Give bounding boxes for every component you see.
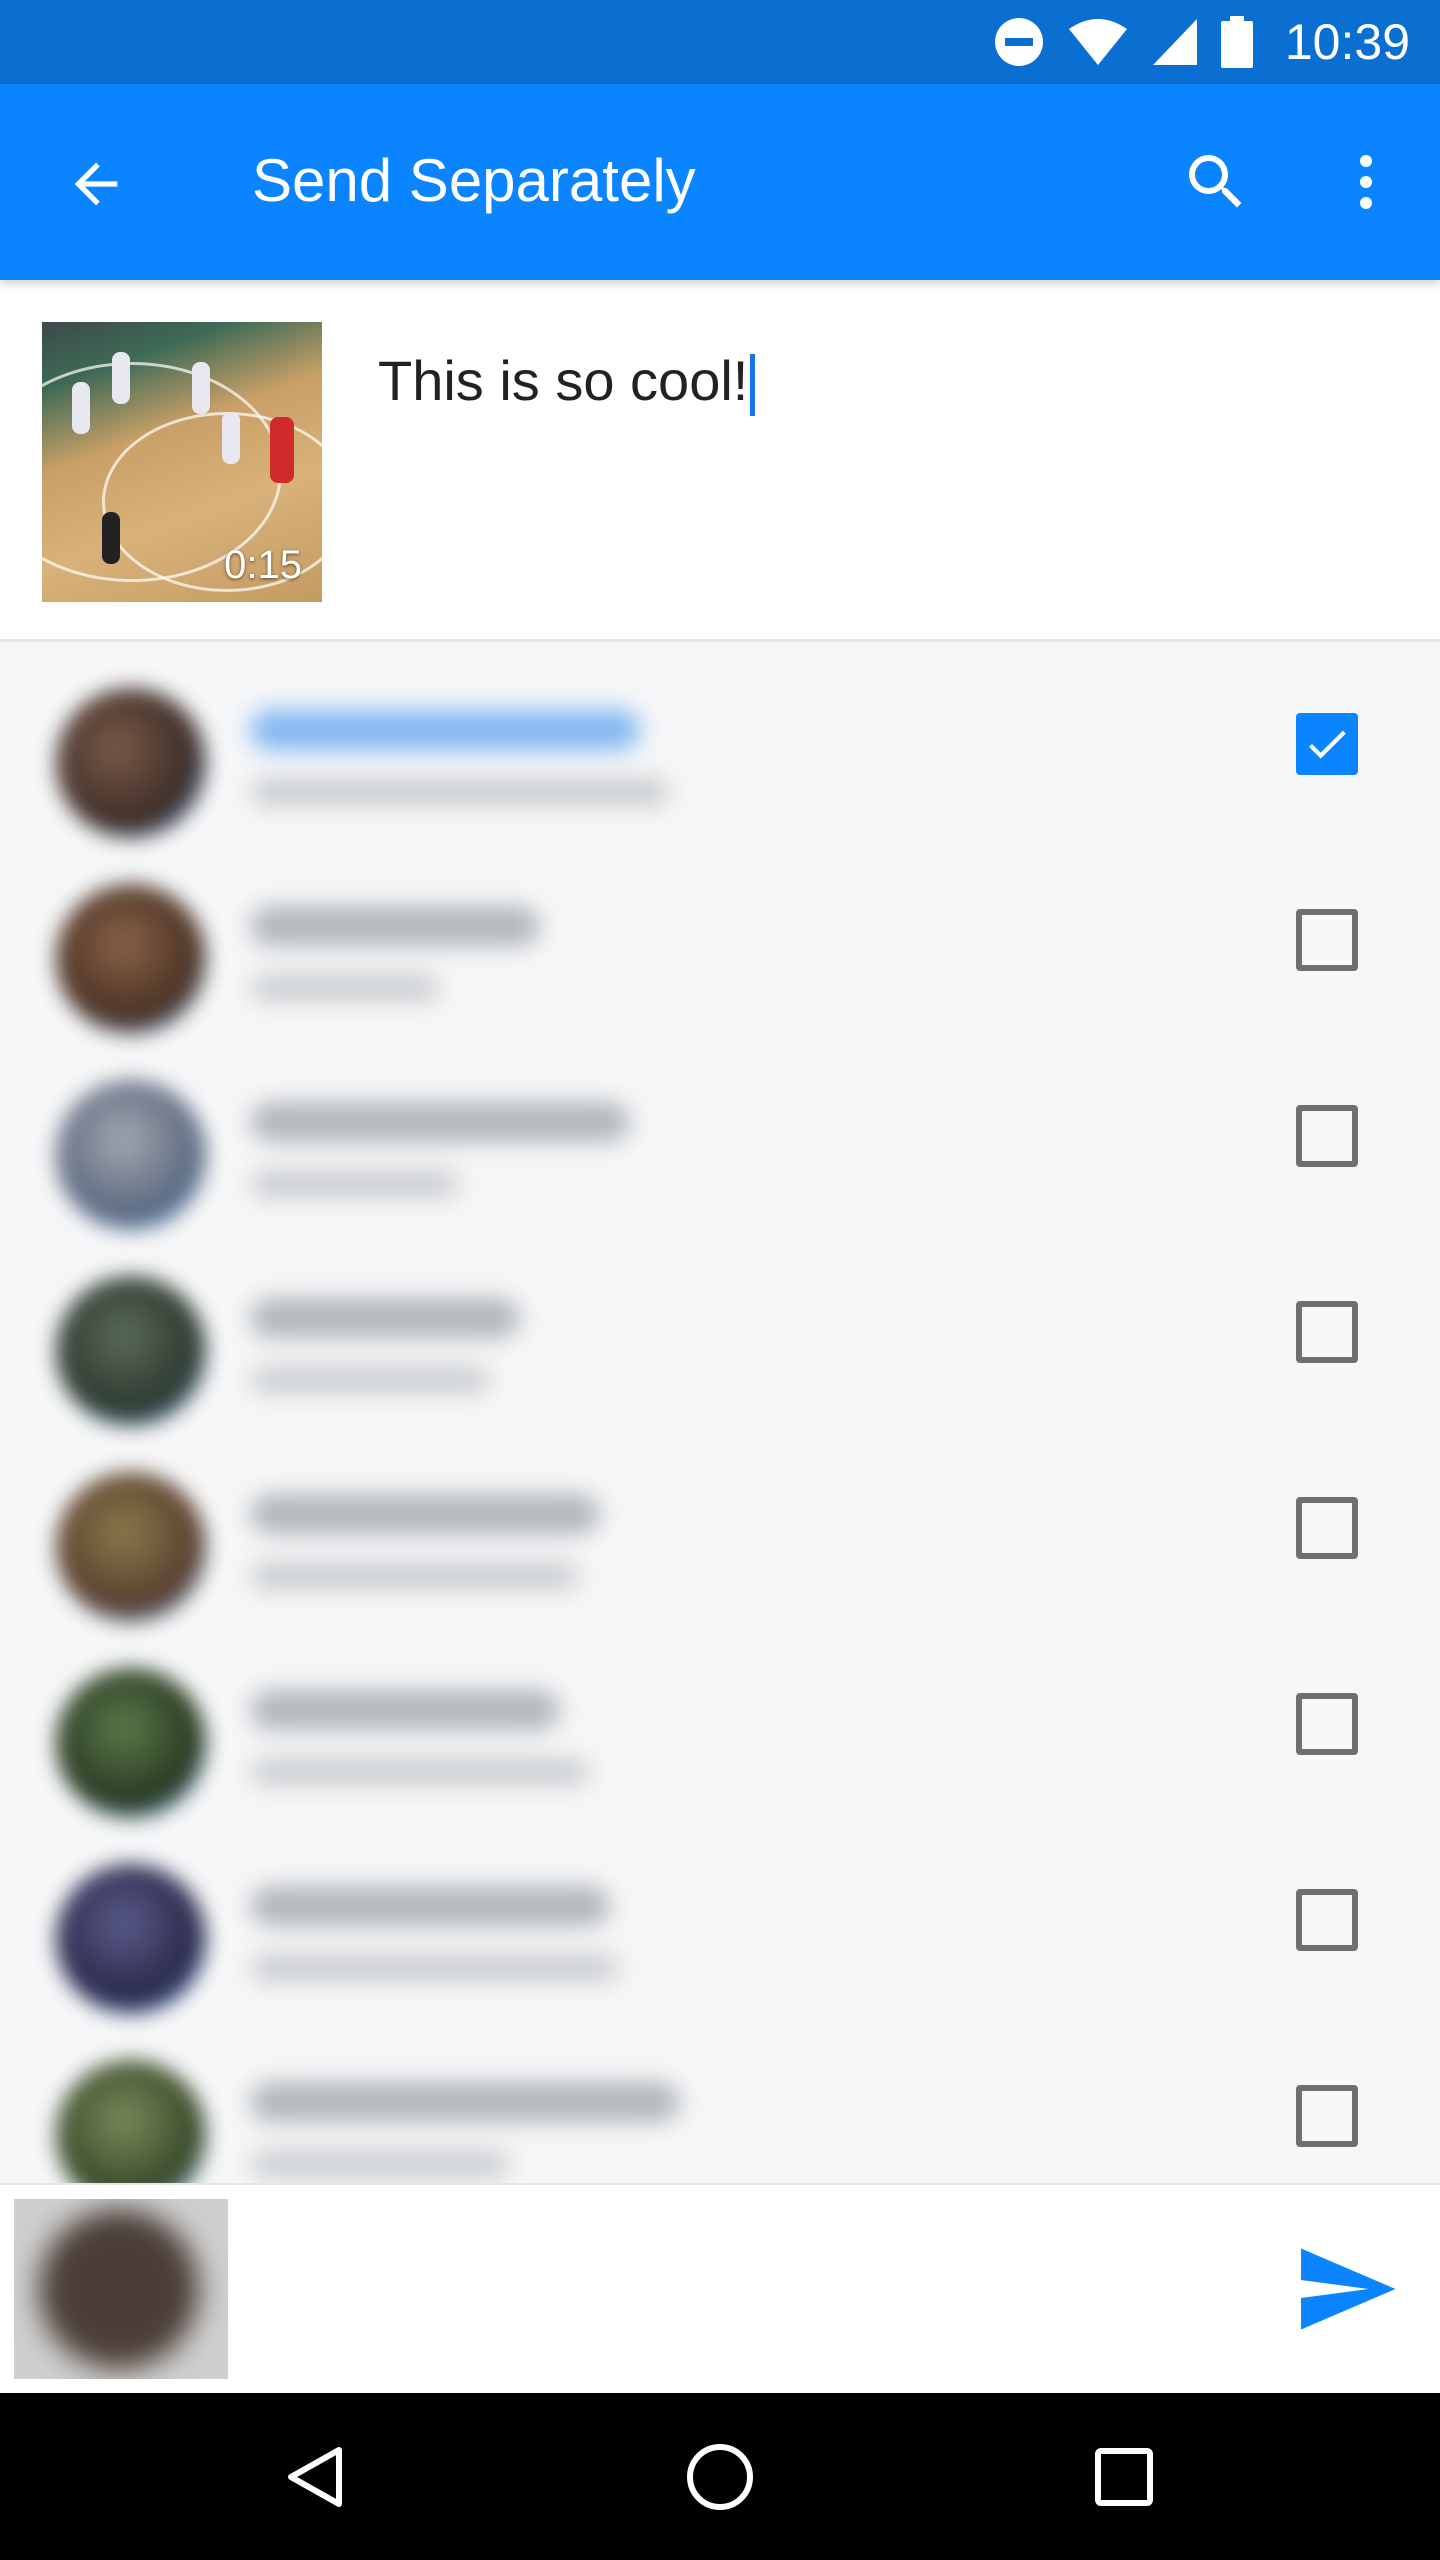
contact-checkbox[interactable] xyxy=(1296,1889,1358,1951)
status-icons: 10:39 xyxy=(993,13,1410,71)
contact-row[interactable] xyxy=(0,1821,1440,2017)
page-title: Send Separately xyxy=(252,147,696,214)
avatar xyxy=(56,1080,206,1230)
search-button[interactable] xyxy=(1168,134,1264,230)
nav-home-button[interactable] xyxy=(674,2431,766,2523)
contact-row[interactable] xyxy=(0,645,1440,841)
contact-name-blurred xyxy=(250,1494,600,1534)
send-icon xyxy=(1301,2248,1396,2330)
message-input[interactable]: This is so cool! xyxy=(378,348,756,417)
arrow-back-icon xyxy=(74,162,118,206)
battery-icon xyxy=(1220,16,1253,68)
contact-subtitle-blurred xyxy=(250,778,670,806)
contact-row[interactable] xyxy=(0,1625,1440,1821)
selection-bar xyxy=(0,2183,1440,2393)
contact-name-blurred xyxy=(250,1690,560,1730)
video-duration: 0:15 xyxy=(224,543,302,587)
contact-checkbox[interactable] xyxy=(1296,1301,1358,1363)
back-button[interactable] xyxy=(50,138,142,230)
player-figure xyxy=(102,512,120,564)
player-figure xyxy=(72,382,90,434)
avatar xyxy=(56,1472,206,1622)
contact-row[interactable] xyxy=(0,1037,1440,1233)
send-button[interactable] xyxy=(1290,2233,1402,2345)
signal-icon xyxy=(1152,19,1197,65)
avatar xyxy=(56,1668,206,1818)
app-bar: Send Separately xyxy=(0,84,1440,280)
video-thumbnail[interactable]: 0:15 xyxy=(42,322,322,602)
player-figure xyxy=(270,417,294,483)
more-options-button[interactable] xyxy=(1318,134,1414,230)
status-bar: 10:39 xyxy=(0,0,1440,84)
avatar xyxy=(56,884,206,1034)
contact-subtitle-blurred xyxy=(250,974,440,1002)
player-figure xyxy=(192,362,210,414)
message-text: This is so cool! xyxy=(378,349,749,412)
text-cursor xyxy=(750,354,756,417)
contact-row[interactable] xyxy=(0,2017,1440,2183)
contact-list[interactable] xyxy=(0,645,1440,2183)
avatar xyxy=(56,2060,206,2183)
contact-subtitle-blurred xyxy=(250,1954,620,1982)
nav-back-button[interactable] xyxy=(270,2431,362,2523)
back-icon xyxy=(288,2447,342,2507)
player-figure xyxy=(112,352,130,404)
contact-name-blurred xyxy=(250,2082,680,2122)
avatar xyxy=(56,688,206,838)
avatar xyxy=(39,2209,199,2369)
contact-subtitle-blurred xyxy=(250,1366,490,1394)
contact-subtitle-blurred xyxy=(250,2150,510,2178)
home-icon xyxy=(687,2444,753,2510)
contact-subtitle-blurred xyxy=(250,1170,460,1198)
search-icon xyxy=(1189,155,1242,208)
compose-area: 0:15 This is so cool! xyxy=(0,280,1440,642)
wifi-icon xyxy=(1068,19,1127,65)
recents-icon xyxy=(1095,2448,1153,2506)
status-time: 10:39 xyxy=(1284,14,1410,70)
contact-checkbox[interactable] xyxy=(1296,1693,1358,1755)
contact-row[interactable] xyxy=(0,1233,1440,1429)
contact-subtitle-blurred xyxy=(250,1758,590,1786)
contact-subtitle-blurred xyxy=(250,1562,580,1590)
contact-row[interactable] xyxy=(0,1429,1440,1625)
contact-checkbox[interactable] xyxy=(1296,909,1358,971)
contact-name-blurred xyxy=(250,1886,610,1926)
avatar xyxy=(56,1276,206,1426)
contact-name-blurred xyxy=(250,710,640,750)
selected-contact-avatar[interactable] xyxy=(14,2199,228,2379)
contact-checkbox[interactable] xyxy=(1296,1497,1358,1559)
avatar xyxy=(56,1864,206,2014)
contact-name-blurred xyxy=(250,1102,630,1142)
contact-checkbox[interactable] xyxy=(1296,1105,1358,1167)
contact-name-blurred xyxy=(250,1298,520,1338)
nav-recents-button[interactable] xyxy=(1078,2431,1170,2523)
player-figure xyxy=(222,412,240,464)
more-vert-icon xyxy=(1360,155,1372,209)
system-nav-bar xyxy=(0,2393,1440,2560)
contact-checkbox[interactable] xyxy=(1296,2085,1358,2147)
do-not-disturb-icon xyxy=(994,18,1043,66)
contact-name-blurred xyxy=(250,906,540,946)
contact-checkbox[interactable] xyxy=(1296,713,1358,775)
check-icon xyxy=(1309,730,1346,759)
contact-row[interactable] xyxy=(0,841,1440,1037)
